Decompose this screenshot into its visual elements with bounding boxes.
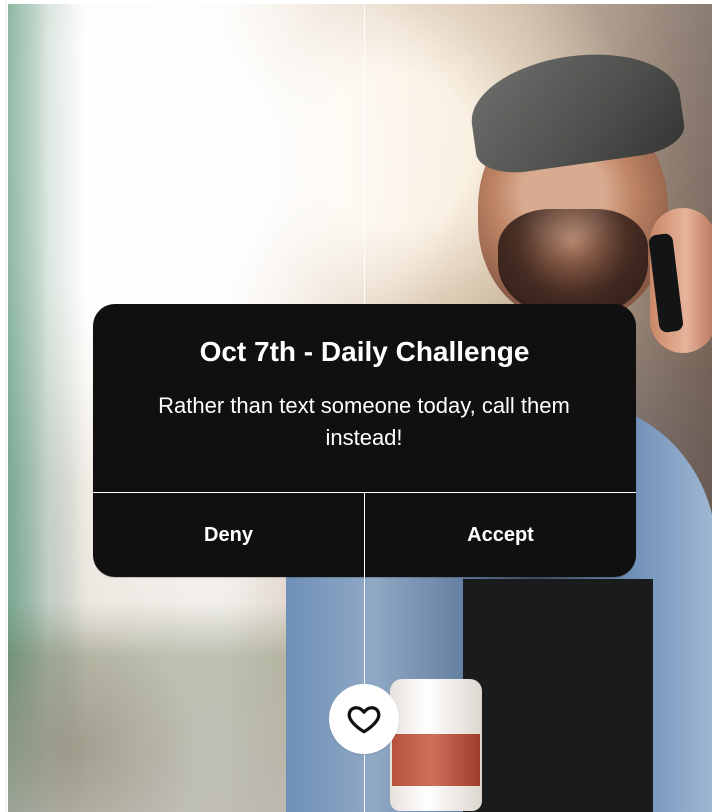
person-shirt xyxy=(463,579,653,812)
left-frame-line xyxy=(5,0,7,812)
accept-button[interactable]: Accept xyxy=(365,493,636,577)
dialog-title: Oct 7th - Daily Challenge xyxy=(199,336,530,367)
dialog-message: Rather than text someone today, call the… xyxy=(158,393,570,450)
person-beard xyxy=(498,209,648,319)
coffee-cup-sleeve xyxy=(392,734,480,786)
background-ground xyxy=(8,602,328,812)
favorite-button[interactable] xyxy=(329,684,399,754)
daily-challenge-dialog: Oct 7th - Daily Challenge Rather than te… xyxy=(93,304,636,577)
heart-icon xyxy=(347,706,381,734)
deny-button[interactable]: Deny xyxy=(93,493,364,577)
daily-challenge-screen: Oct 7th - Daily Challenge Rather than te… xyxy=(0,0,712,812)
